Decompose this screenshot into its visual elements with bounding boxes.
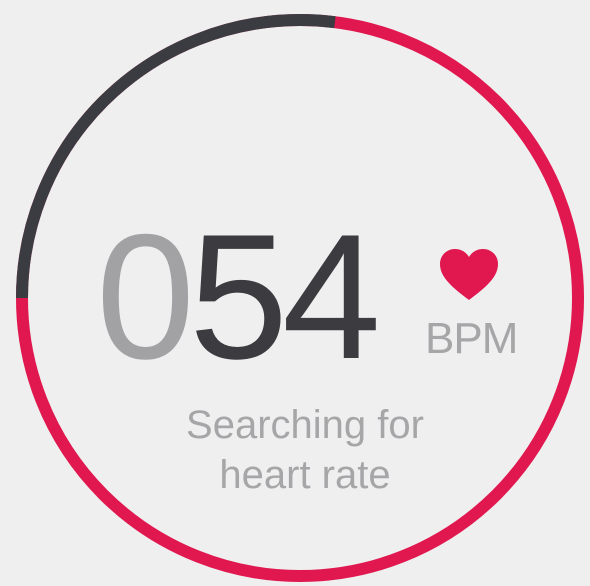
heart-rate-widget: 054 BPM Searching for heart rate — [0, 0, 590, 586]
status-line-1: Searching for — [186, 403, 424, 447]
bpm-readout: 054 — [96, 208, 381, 386]
status-message: Searching for heart rate — [150, 400, 460, 500]
bpm-leading-digit: 0 — [96, 197, 195, 396]
bpm-value: 54 — [189, 197, 381, 396]
heart-icon — [440, 249, 498, 300]
status-line-2: heart rate — [219, 453, 391, 497]
bpm-unit-label: BPM — [425, 314, 518, 363]
